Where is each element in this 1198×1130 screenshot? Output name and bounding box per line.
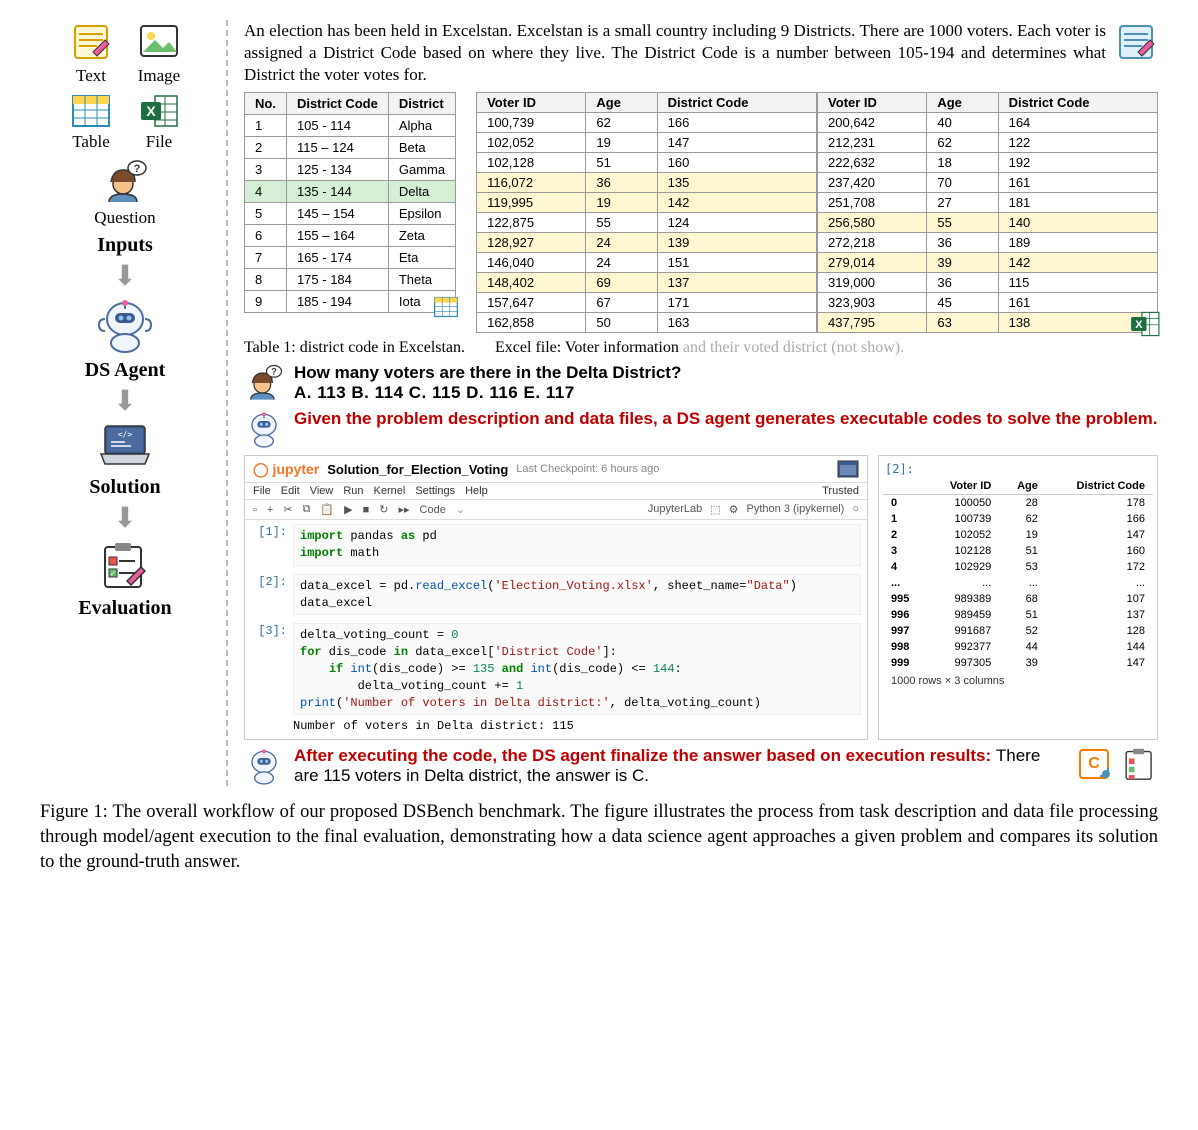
menu-file[interactable]: File bbox=[253, 485, 271, 497]
notebook-row: ◯ jupyter Solution_for_Election_Voting L… bbox=[244, 455, 1158, 740]
forward-icon[interactable]: ▸▸ bbox=[398, 503, 409, 516]
text-label: Text bbox=[76, 66, 106, 86]
arrow-icon: ⬇ bbox=[113, 388, 136, 416]
menu-run[interactable]: Run bbox=[343, 485, 363, 497]
table-icon bbox=[432, 295, 460, 319]
window-icon bbox=[837, 460, 859, 478]
svg-text:✓: ✓ bbox=[110, 569, 117, 578]
cell-output: Number of voters in Delta district: 115 bbox=[245, 719, 867, 739]
trusted-label: Trusted bbox=[822, 485, 859, 497]
cut-icon[interactable]: ✂ bbox=[283, 503, 292, 516]
menu-view[interactable]: View bbox=[310, 485, 334, 497]
question-label: Question bbox=[94, 208, 155, 228]
table-captions: Table 1: district code in Excelstan. Exc… bbox=[244, 339, 1158, 357]
image-icon bbox=[137, 20, 181, 64]
ds-agent-heading: DS Agent bbox=[85, 359, 166, 382]
agent-message: Given the problem description and data f… bbox=[294, 409, 1157, 429]
robot-icon bbox=[244, 409, 284, 449]
figure-caption: Figure 1: The overall workflow of our pr… bbox=[40, 800, 1158, 875]
save-icon[interactable]: ▫ bbox=[253, 504, 257, 516]
answer-card-icon: C bbox=[1076, 746, 1112, 782]
restart-icon[interactable]: ↻ bbox=[379, 503, 388, 516]
laptop-code-icon: </> bbox=[95, 422, 155, 470]
voter-tables: Voter IDAgeDistrict Code100,73962166102,… bbox=[476, 92, 1158, 333]
table-icon bbox=[69, 92, 113, 130]
copy-icon[interactable]: ⧉ bbox=[303, 503, 311, 516]
svg-text:?: ? bbox=[271, 367, 277, 377]
workflow-rail: Text Image Table X File ? Question Input… bbox=[40, 20, 210, 786]
paste-icon[interactable]: 📋 bbox=[320, 503, 334, 516]
notebook-title: Solution_for_Election_Voting bbox=[327, 462, 508, 477]
menu-settings[interactable]: Settings bbox=[415, 485, 455, 497]
inputs-heading: Inputs bbox=[97, 234, 153, 257]
evaluation-heading: Evaluation bbox=[78, 597, 171, 620]
jupyterlab-link[interactable]: JupyterLab bbox=[648, 503, 702, 516]
kernel-status-icon: ○ bbox=[852, 503, 859, 516]
excel-caption: Excel file: Voter information and their … bbox=[495, 339, 904, 357]
checklist-icon bbox=[1122, 746, 1158, 782]
cell-type-dropdown[interactable]: Code bbox=[420, 504, 446, 516]
notebook-toolbar[interactable]: ▫ + ✂ ⧉ 📋 ▶ ■ ↻ ▸▸ Code ⌄ JupyterLab ⬚ ⚙ bbox=[245, 500, 867, 520]
add-icon[interactable]: + bbox=[267, 504, 273, 516]
table-label: Table bbox=[72, 132, 110, 152]
file-label: File bbox=[146, 132, 172, 152]
svg-text:?: ? bbox=[134, 163, 141, 175]
robot-icon bbox=[95, 297, 155, 353]
svg-text:X: X bbox=[1135, 319, 1143, 331]
table1-caption: Table 1: district code in Excelstan. bbox=[244, 339, 465, 357]
kernel-name: Python 3 (ipykernel) bbox=[747, 503, 845, 516]
question-options: A. 113 B. 114 C. 115 D. 116 E. 117 bbox=[294, 383, 681, 403]
notepad-icon bbox=[1114, 20, 1158, 64]
output-prompt: [2]: bbox=[883, 460, 1153, 478]
district-table: No.District CodeDistrict1105 - 114Alpha2… bbox=[244, 92, 456, 313]
code-cell-1[interactable]: [1]: import pandas as pd import math bbox=[245, 520, 867, 570]
dataframe-output: [2]: Voter IDAgeDistrict Code01000502817… bbox=[878, 455, 1158, 740]
checklist-icon: ✓ bbox=[99, 539, 151, 591]
text-icon-cell: Text bbox=[69, 20, 113, 86]
question-icon-cell: ? Question bbox=[94, 158, 155, 228]
notebook-menu[interactable]: File Edit View Run Kernel Settings Help bbox=[253, 485, 488, 497]
details-pane: An election has been held in Excelstan. … bbox=[226, 20, 1158, 786]
checkpoint-text: Last Checkpoint: 6 hours ago bbox=[516, 463, 659, 475]
question-text: How many voters are there in the Delta D… bbox=[294, 363, 681, 383]
svg-text:</>: </> bbox=[118, 430, 133, 439]
jupyter-logo-icon: ◯ jupyter bbox=[253, 461, 319, 478]
scenario-text: An election has been held in Excelstan. … bbox=[244, 20, 1106, 86]
asker-icon: ? bbox=[101, 158, 149, 206]
solution-heading: Solution bbox=[89, 476, 160, 499]
figure-1: Text Image Table X File ? Question Input… bbox=[40, 20, 1158, 786]
svg-text:C: C bbox=[1088, 755, 1100, 772]
answer-block: After executing the code, the DS agent f… bbox=[244, 746, 1158, 786]
excel-file-icon: X bbox=[137, 92, 181, 130]
question-block: ? How many voters are there in the Delta… bbox=[244, 363, 1158, 403]
arrow-icon: ⬇ bbox=[113, 505, 136, 533]
svg-text:X: X bbox=[146, 103, 156, 119]
arrow-icon: ⬇ bbox=[113, 263, 136, 291]
menu-kernel[interactable]: Kernel bbox=[374, 485, 406, 497]
code-cell-3[interactable]: [3]: delta_voting_count = 0 for dis_code… bbox=[245, 619, 867, 719]
tables-container: No.District CodeDistrict1105 - 114Alpha2… bbox=[244, 92, 1158, 333]
image-icon-cell: Image bbox=[137, 20, 181, 86]
agent-generate-block: Given the problem description and data f… bbox=[244, 409, 1158, 449]
stop-icon[interactable]: ■ bbox=[363, 504, 370, 516]
file-icon-cell: X File bbox=[137, 92, 181, 152]
robot-icon bbox=[244, 746, 284, 786]
excel-file-icon: X bbox=[1128, 309, 1162, 339]
code-cell-2[interactable]: [2]: data_excel = pd.read_excel('Electio… bbox=[245, 570, 867, 620]
notepad-icon bbox=[69, 20, 113, 64]
dataframe-footer: 1000 rows × 3 columns bbox=[883, 671, 1153, 691]
jupyter-notebook: ◯ jupyter Solution_for_Election_Voting L… bbox=[244, 455, 868, 740]
menu-edit[interactable]: Edit bbox=[281, 485, 300, 497]
asker-icon: ? bbox=[244, 363, 284, 403]
image-label: Image bbox=[138, 66, 180, 86]
menu-help[interactable]: Help bbox=[465, 485, 488, 497]
answer-red: After executing the code, the DS agent f… bbox=[294, 746, 996, 765]
settings-icon[interactable]: ⚙ bbox=[729, 503, 739, 516]
table-icon-cell: Table bbox=[69, 92, 113, 152]
voter-table-left: Voter IDAgeDistrict Code100,73962166102,… bbox=[476, 92, 817, 333]
run-icon[interactable]: ▶ bbox=[344, 503, 352, 516]
voter-table-right: Voter IDAgeDistrict Code200,64240164212,… bbox=[817, 92, 1158, 333]
